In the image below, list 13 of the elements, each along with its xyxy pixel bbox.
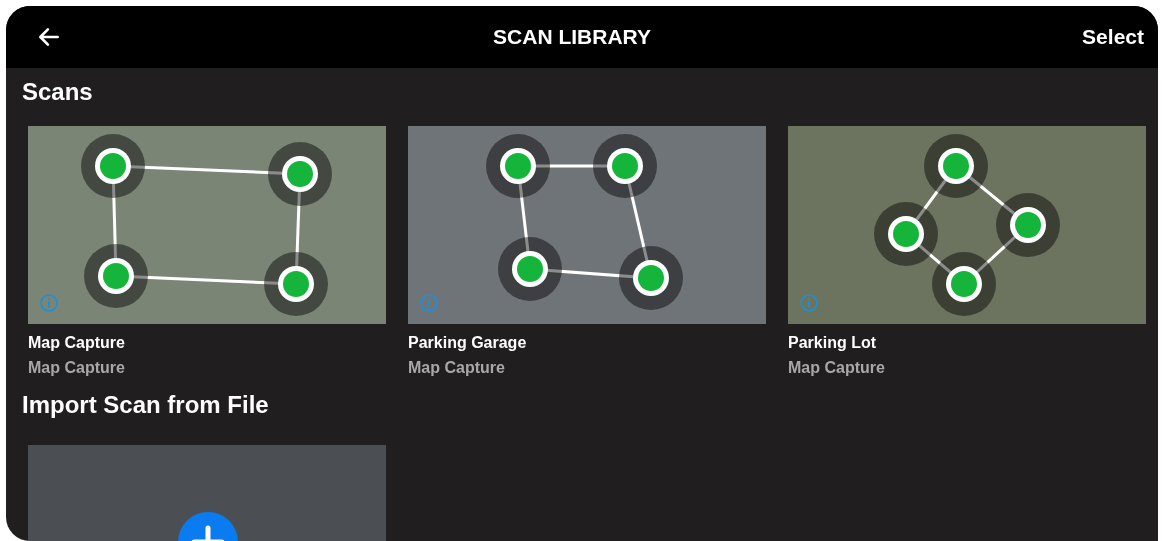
select-button[interactable]: Select bbox=[1082, 25, 1144, 49]
screen-title: SCAN LIBRARY bbox=[493, 25, 651, 49]
scan-title: Map Capture bbox=[28, 334, 126, 352]
photo-placeholder[interactable] bbox=[408, 126, 766, 324]
section-heading: Scans bbox=[22, 78, 94, 107]
photo-placeholder[interactable] bbox=[788, 126, 1146, 324]
scan-type: Map Capture bbox=[408, 359, 506, 377]
scan-title: Parking Lot bbox=[788, 334, 877, 352]
scan-title: Parking Garage bbox=[408, 334, 528, 352]
scan-type: Map Capture bbox=[28, 359, 126, 377]
photo-placeholder[interactable] bbox=[28, 126, 386, 324]
scan-type: Map Capture bbox=[788, 359, 886, 377]
section-heading: Import Scan from File bbox=[22, 391, 270, 420]
